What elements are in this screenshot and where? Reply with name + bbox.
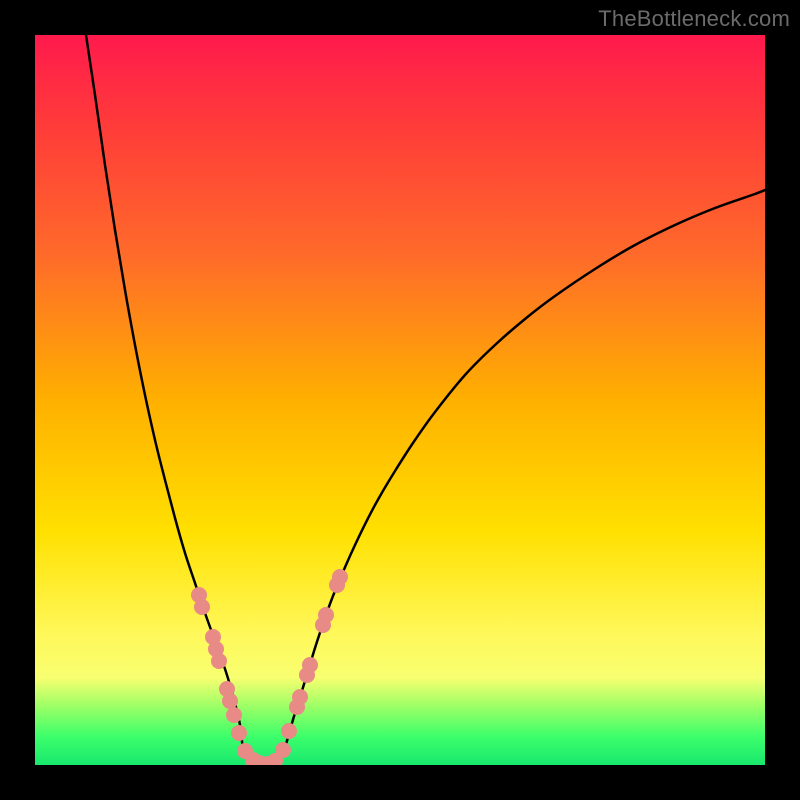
bottleneck-curve — [86, 35, 765, 764]
data-marker-group — [191, 569, 348, 765]
data-point — [332, 569, 348, 585]
curve-path — [86, 35, 765, 764]
data-point — [211, 653, 227, 669]
data-point — [231, 725, 247, 741]
data-point — [226, 707, 242, 723]
data-point — [281, 723, 297, 739]
data-point — [292, 689, 308, 705]
data-point — [275, 742, 291, 758]
data-point — [194, 599, 210, 615]
plot-area — [35, 35, 765, 765]
data-point — [302, 657, 318, 673]
data-point — [222, 693, 238, 709]
chart-frame: TheBottleneck.com — [0, 0, 800, 800]
chart-svg — [35, 35, 765, 765]
data-point — [318, 607, 334, 623]
watermark-label: TheBottleneck.com — [598, 6, 790, 32]
